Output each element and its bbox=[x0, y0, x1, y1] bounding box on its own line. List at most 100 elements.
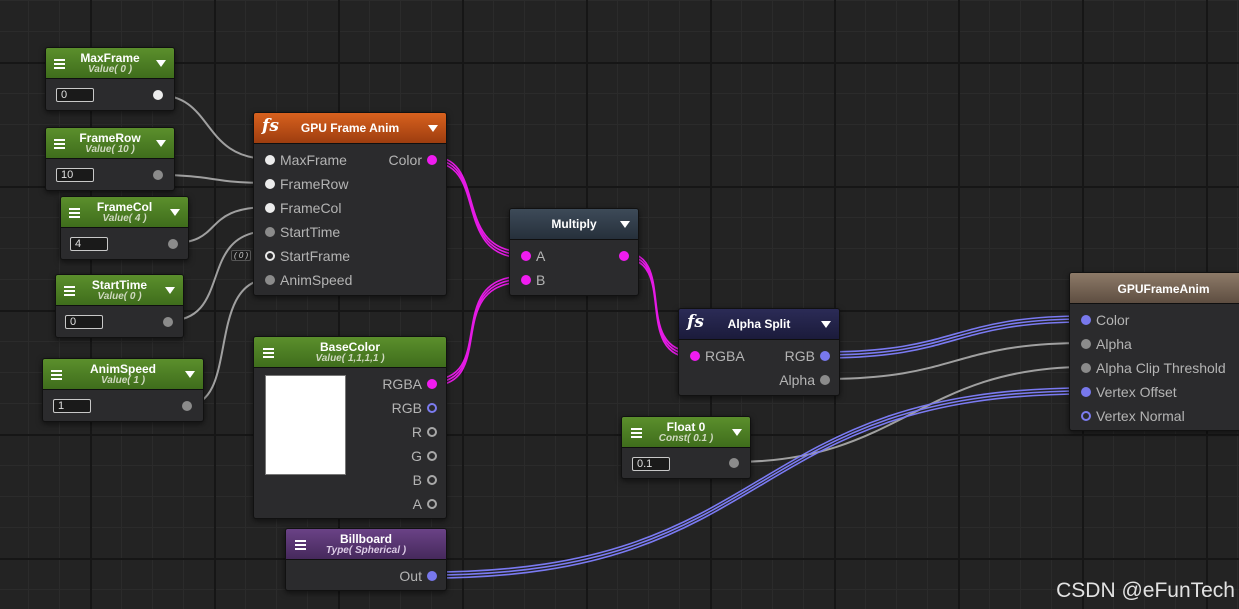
node-subtitle: Value( 0 ) bbox=[87, 64, 133, 75]
port-label: Color bbox=[388, 152, 422, 168]
node-header[interactable]: fs Alpha Split bbox=[679, 309, 839, 340]
output-port[interactable] bbox=[729, 458, 739, 468]
output-port-rgb[interactable] bbox=[427, 403, 437, 413]
port-label: A bbox=[536, 248, 546, 264]
chevron-down-icon[interactable] bbox=[428, 125, 438, 132]
input-port-startframe[interactable] bbox=[265, 251, 275, 261]
output-port-rgb[interactable] bbox=[820, 351, 830, 361]
node-header[interactable]: FrameRow Value( 10 ) bbox=[46, 128, 174, 159]
output-port-color[interactable] bbox=[427, 155, 437, 165]
node-float0[interactable]: Float 0 Const( 0.1 ) bbox=[621, 416, 751, 479]
node-framecol[interactable]: FrameCol Value( 4 ) bbox=[60, 196, 189, 260]
node-gpu-frame-anim[interactable]: fs GPU Frame Anim MaxFrame FrameRow Fram… bbox=[253, 112, 447, 296]
port-label: FrameCol bbox=[280, 200, 342, 216]
port-label: Alpha bbox=[1096, 336, 1132, 352]
value-field[interactable] bbox=[53, 399, 91, 413]
node-header[interactable]: fs GPU Frame Anim bbox=[254, 113, 446, 144]
chevron-down-icon[interactable] bbox=[185, 371, 195, 378]
chevron-down-icon[interactable] bbox=[165, 287, 175, 294]
input-port-b[interactable] bbox=[521, 275, 531, 285]
input-port-maxframe[interactable] bbox=[265, 155, 275, 165]
node-starttime[interactable]: StartTime Value( 0 ) bbox=[55, 274, 184, 338]
node-multiply[interactable]: Multiply A B bbox=[509, 208, 639, 296]
node-header[interactable]: Float 0 Const( 0.1 ) bbox=[622, 417, 750, 448]
wire-rgb-color-mid bbox=[822, 318, 1087, 356]
node-title: StartTime bbox=[91, 278, 148, 292]
node-header[interactable]: BaseColor Value( 1,1,1,1 ) bbox=[254, 337, 446, 368]
node-basecolor[interactable]: BaseColor Value( 1,1,1,1 ) RGBA RGB R G … bbox=[253, 336, 447, 519]
port-label: R bbox=[411, 424, 422, 440]
port-label: Vertex Normal bbox=[1096, 408, 1185, 424]
input-port-framerow[interactable] bbox=[265, 179, 275, 189]
node-title: GPUFrameAnim bbox=[1117, 282, 1210, 296]
node-framerow[interactable]: FrameRow Value( 10 ) bbox=[45, 127, 175, 191]
port-label: StartFrame bbox=[280, 248, 351, 264]
output-port[interactable] bbox=[153, 90, 163, 100]
node-header[interactable]: StartTime Value( 0 ) bbox=[56, 275, 183, 306]
node-title: GPU Frame Anim bbox=[300, 121, 400, 135]
input-port-framecol[interactable] bbox=[265, 203, 275, 213]
output-port[interactable] bbox=[163, 317, 173, 327]
node-title: MaxFrame bbox=[80, 51, 140, 65]
chevron-down-icon[interactable] bbox=[821, 321, 831, 328]
port-label: RGBA bbox=[705, 348, 745, 364]
output-port-rgba[interactable] bbox=[427, 379, 437, 389]
port-label: StartTime bbox=[280, 224, 341, 240]
default-value-badge: ( 0 ) bbox=[231, 250, 252, 261]
node-subtitle: Value( 1 ) bbox=[100, 375, 146, 386]
input-port-alpha-clip-threshold[interactable] bbox=[1081, 363, 1091, 373]
value-field[interactable] bbox=[56, 88, 94, 102]
node-title: Float 0 bbox=[666, 420, 706, 434]
output-port-a[interactable] bbox=[427, 499, 437, 509]
node-header[interactable]: GPUFrameAnim bbox=[1070, 273, 1239, 304]
node-output-master[interactable]: GPUFrameAnim Color Alpha Alpha Clip Thre… bbox=[1069, 272, 1239, 431]
node-subtitle: Const( 0.1 ) bbox=[658, 433, 714, 444]
input-port-rgba[interactable] bbox=[690, 351, 700, 361]
wire-rgb-color bbox=[822, 315, 1087, 353]
output-port-b[interactable] bbox=[427, 475, 437, 485]
color-swatch[interactable] bbox=[265, 375, 346, 475]
input-port-vertex-normal[interactable] bbox=[1081, 411, 1091, 421]
output-port-out[interactable] bbox=[427, 571, 437, 581]
input-port-vertex-offset[interactable] bbox=[1081, 387, 1091, 397]
node-header[interactable]: FrameCol Value( 4 ) bbox=[61, 197, 188, 228]
value-field[interactable] bbox=[632, 457, 670, 471]
chevron-down-icon[interactable] bbox=[170, 209, 180, 216]
input-port-color[interactable] bbox=[1081, 315, 1091, 325]
port-label: G bbox=[411, 448, 422, 464]
value-field[interactable] bbox=[70, 237, 108, 251]
node-header[interactable]: MaxFrame Value( 0 ) bbox=[46, 48, 174, 79]
input-port-alpha[interactable] bbox=[1081, 339, 1091, 349]
chevron-down-icon[interactable] bbox=[620, 221, 630, 228]
output-port-r[interactable] bbox=[427, 427, 437, 437]
node-maxframe[interactable]: MaxFrame Value( 0 ) bbox=[45, 47, 175, 111]
wire-alpha bbox=[822, 342, 1087, 380]
input-port-a[interactable] bbox=[521, 251, 531, 261]
output-port[interactable] bbox=[619, 251, 629, 261]
connection-wires bbox=[156, 94, 1087, 579]
node-alpha-split[interactable]: fs Alpha Split RGBA RGB Alpha bbox=[678, 308, 840, 396]
port-label: Alpha bbox=[779, 372, 815, 388]
wire-rgb-color-low bbox=[822, 321, 1087, 359]
output-port-g[interactable] bbox=[427, 451, 437, 461]
chevron-down-icon[interactable] bbox=[732, 429, 742, 436]
value-field[interactable] bbox=[65, 315, 103, 329]
input-port-animspeed[interactable] bbox=[265, 275, 275, 285]
node-animspeed[interactable]: AnimSpeed Value( 1 ) bbox=[42, 358, 204, 422]
output-port[interactable] bbox=[182, 401, 192, 411]
input-port-starttime[interactable] bbox=[265, 227, 275, 237]
wire-billboard-offset-low bbox=[429, 393, 1087, 579]
output-port[interactable] bbox=[153, 170, 163, 180]
value-field[interactable] bbox=[56, 168, 94, 182]
output-port-alpha[interactable] bbox=[820, 375, 830, 385]
node-header[interactable]: AnimSpeed Value( 1 ) bbox=[43, 359, 203, 390]
chevron-down-icon[interactable] bbox=[156, 60, 166, 67]
port-label: RGB bbox=[784, 348, 815, 364]
node-header[interactable]: Billboard Type( Spherical ) bbox=[286, 529, 446, 560]
node-billboard[interactable]: Billboard Type( Spherical ) Out bbox=[285, 528, 447, 591]
chevron-down-icon[interactable] bbox=[156, 140, 166, 147]
output-port[interactable] bbox=[168, 239, 178, 249]
port-label: RGB bbox=[391, 400, 422, 416]
node-title: Multiply bbox=[551, 217, 597, 231]
node-header[interactable]: Multiply bbox=[510, 209, 638, 240]
